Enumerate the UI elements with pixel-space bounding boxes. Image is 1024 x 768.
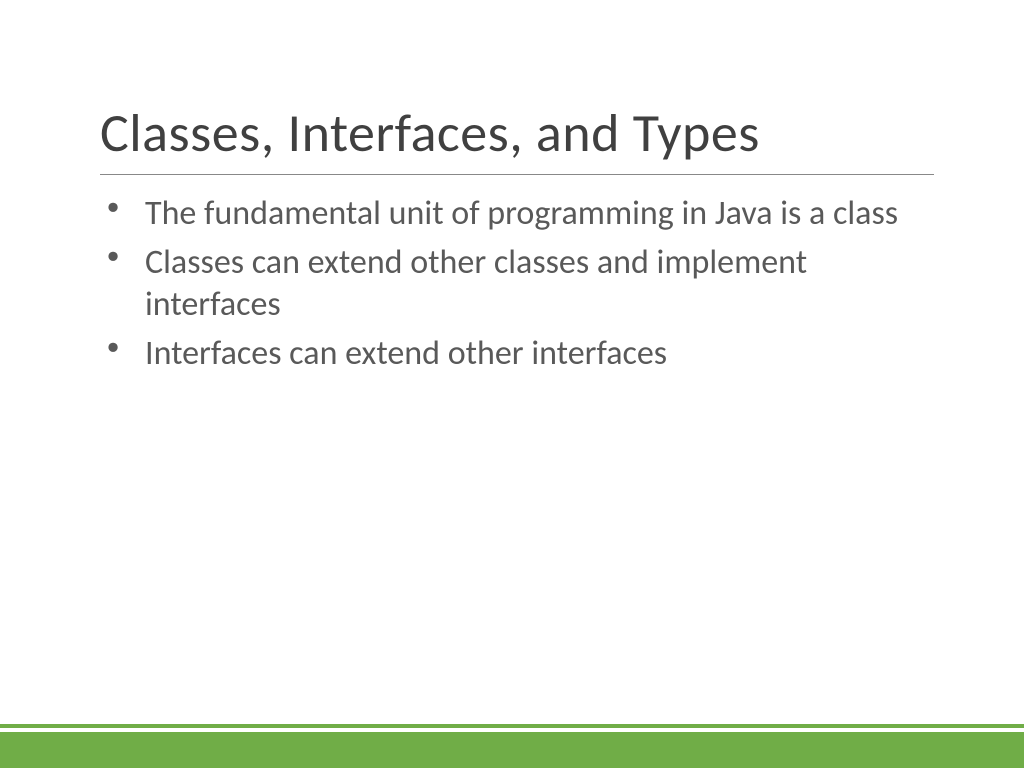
footer-accent-bar [0, 728, 1024, 768]
list-item: The fundamental unit of programming in J… [145, 193, 934, 236]
list-item: Classes can extend other classes and imp… [145, 242, 934, 327]
bullet-list: The fundamental unit of programming in J… [100, 193, 934, 375]
slide-title: Classes, Interfaces, and Types [100, 100, 934, 175]
slide-container: Classes, Interfaces, and Types The funda… [0, 0, 1024, 768]
list-item: Interfaces can extend other interfaces [145, 333, 934, 376]
